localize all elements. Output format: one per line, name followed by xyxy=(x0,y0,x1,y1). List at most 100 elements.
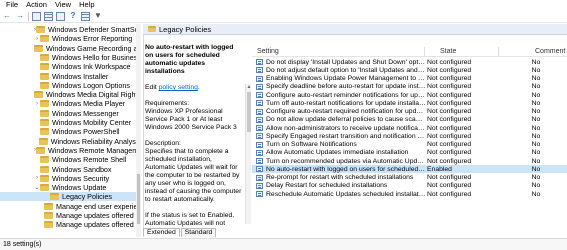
table-row[interactable]: Allow Automatic Updates immediate instal… xyxy=(252,149,567,157)
tree-item-label: Windows Hello for Business xyxy=(51,52,141,62)
tree-item[interactable]: › Windows Security xyxy=(0,174,141,183)
tree-item[interactable]: Legacy Policies xyxy=(0,192,141,202)
table-row[interactable]: Do not adjust default option to 'Install… xyxy=(252,66,567,74)
setting-comment: No xyxy=(531,149,541,157)
tab-standard[interactable]: Standard xyxy=(180,228,217,237)
tree-item[interactable]: ⌄ Windows Update xyxy=(0,183,141,192)
policy-setting-icon xyxy=(256,182,263,189)
help-icon[interactable]: ? xyxy=(68,11,78,21)
table-row[interactable]: Re-prompt for restart with scheduled ins… xyxy=(252,174,567,182)
table-row[interactable]: Do not display 'Install Updates and Shut… xyxy=(252,58,567,66)
setting-state: Not configured xyxy=(427,132,472,140)
setting-state: Not configured xyxy=(427,124,472,132)
setting-state: Not configured xyxy=(427,190,472,198)
setting-state: Not configured xyxy=(427,141,472,149)
tree-item[interactable]: Windows Game Recording and Br xyxy=(0,44,141,53)
tree-item[interactable]: ›Windows Defender SmartScreen xyxy=(0,25,141,34)
description-scroll-thumb[interactable] xyxy=(247,92,251,132)
table-row[interactable]: Enabling Windows Update Power Management… xyxy=(252,75,567,83)
policy-setting-icon xyxy=(256,166,263,173)
tree-item[interactable]: Windows Sandbox xyxy=(0,165,141,174)
setting-comment: No xyxy=(531,58,541,66)
column-divider[interactable] xyxy=(498,46,499,56)
menu-help[interactable]: Help xyxy=(75,0,98,10)
table-row[interactable]: Turn on Software Notifications Not config… xyxy=(252,141,567,149)
tree-item-label: Windows Remote Management (W xyxy=(48,145,141,155)
tree-item[interactable]: Windows Installer xyxy=(0,72,141,81)
up-folder-icon[interactable] xyxy=(32,11,41,21)
setting-state: Not configured xyxy=(427,149,472,157)
folder-icon xyxy=(40,174,49,182)
description-scrollbar[interactable]: ▲ xyxy=(245,84,251,224)
policy-setting-icon xyxy=(256,83,263,90)
folder-icon xyxy=(40,128,49,136)
policy-setting-icon xyxy=(256,108,263,115)
column-setting[interactable]: Setting xyxy=(257,48,279,55)
setting-comment: No xyxy=(531,182,541,190)
tree-item-label: Windows Update xyxy=(52,183,107,193)
setting-comment: No xyxy=(531,108,541,116)
tree-scrollbar[interactable] xyxy=(136,24,141,237)
table-row[interactable]: Configure auto-restart reminder notifica… xyxy=(252,91,567,99)
table-row[interactable]: No auto-restart with logged on users for… xyxy=(252,165,567,174)
column-comment[interactable]: Comment xyxy=(535,48,565,55)
filter-icon[interactable]: ▼ xyxy=(93,11,103,21)
tree-item[interactable]: Windows Remote Shell xyxy=(0,155,141,164)
tree-item[interactable]: Windows Media Digital Rights Ma xyxy=(0,90,141,99)
folder-icon xyxy=(40,35,49,43)
tree-item-label: Windows Error Reporting xyxy=(52,34,133,44)
folder-icon xyxy=(36,146,45,154)
policy-title: No auto-restart with logged on users for… xyxy=(145,44,234,75)
setting-comment: No xyxy=(531,132,541,140)
policy-header-title: Legacy Policies xyxy=(159,24,212,34)
menu-view[interactable]: View xyxy=(51,0,75,10)
tree-item[interactable]: Windows Ink Workspace xyxy=(0,62,141,71)
tab-extended[interactable]: Extended xyxy=(143,228,180,237)
tree-scroll-thumb[interactable] xyxy=(137,174,140,224)
tree-item[interactable]: Windows Logon Options xyxy=(0,81,141,90)
table-row[interactable]: Delay Restart for scheduled installation… xyxy=(252,182,567,190)
tree-item[interactable]: Manage updates offered from xyxy=(0,211,141,220)
policy-setting-icon xyxy=(256,141,263,148)
menu-file[interactable]: File xyxy=(2,0,22,10)
menu-action[interactable]: Action xyxy=(22,0,51,10)
setting-name: Re-prompt for restart with scheduled ins… xyxy=(266,174,414,182)
table-row[interactable]: Turn off auto-restart notifications for … xyxy=(252,99,567,107)
forward-arrow-icon[interactable]: → xyxy=(15,11,25,21)
tree-item[interactable]: Windows Messenger xyxy=(0,109,141,118)
tree-item-label: Windows Logon Options xyxy=(52,80,130,90)
setting-state: Not configured xyxy=(427,182,472,190)
table-row[interactable]: Do not allow update deferral policies to… xyxy=(252,116,567,124)
table-row[interactable]: Turn on recommended updates via Automati… xyxy=(252,157,567,165)
properties-icon[interactable] xyxy=(81,11,90,21)
tree-item[interactable]: › Windows Error Reporting xyxy=(0,34,141,43)
status-text: 18 setting(s) xyxy=(3,241,42,248)
tree-item-label: Windows PowerShell xyxy=(52,127,120,137)
tree-item[interactable]: Manage updates offered from xyxy=(0,220,141,229)
edit-policy-link[interactable]: policy setting xyxy=(159,84,198,91)
tree-item[interactable]: Windows PowerShell xyxy=(0,127,141,136)
export-list-icon[interactable] xyxy=(56,11,65,21)
table-row[interactable]: Reschedule Automatic Updates scheduled i… xyxy=(252,190,567,198)
setting-name: Specify deadline before auto-restart for… xyxy=(266,83,426,91)
tree-item[interactable]: Windows Mobility Center xyxy=(0,118,141,127)
requirements-text: Windows XP Professional Service Pack 1 o… xyxy=(145,108,237,131)
folder-icon xyxy=(44,221,53,229)
tree-item[interactable]: Manage end user experience xyxy=(0,202,141,211)
tree-item[interactable]: › Windows Media Player xyxy=(0,99,141,108)
policy-description-pane: No auto-restart with logged on users for… xyxy=(145,44,242,228)
setting-name: Specify Engaged restart transition and n… xyxy=(266,132,426,140)
tree-item[interactable]: ›Windows Remote Management (W xyxy=(0,146,141,155)
table-row[interactable]: Specify deadline before auto-restart for… xyxy=(252,83,567,91)
column-state[interactable]: State xyxy=(440,48,456,55)
setting-name: Allow Automatic Updates immediate instal… xyxy=(266,149,409,157)
column-divider[interactable] xyxy=(424,46,425,56)
tree-item[interactable]: Windows Hello for Business xyxy=(0,53,141,62)
table-row[interactable]: Configure auto-restart required notifica… xyxy=(252,108,567,116)
description-block: Description: Specifies that to complete a… xyxy=(145,140,242,204)
table-row[interactable]: Specify Engaged restart transition and n… xyxy=(252,132,567,140)
show-hide-tree-icon[interactable] xyxy=(44,11,53,21)
back-arrow-icon[interactable]: ← xyxy=(2,11,12,21)
tree-item[interactable]: Windows Reliability Analysis xyxy=(0,137,141,146)
table-row[interactable]: Allow non-administrators to receive upda… xyxy=(252,124,567,132)
